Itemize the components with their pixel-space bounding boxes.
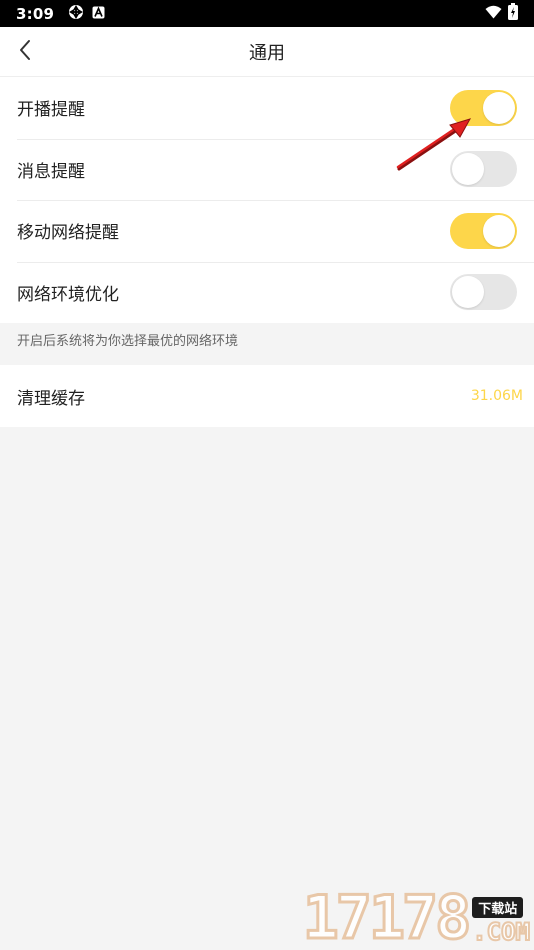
wifi-icon [485, 4, 502, 23]
toggle-knob [483, 91, 515, 124]
watermark-domain: .COM [471, 918, 531, 946]
page-title: 通用 [249, 42, 285, 64]
annotation-arrow-icon [396, 118, 472, 171]
status-time: 3:09 [16, 4, 55, 23]
toggle-knob [452, 276, 484, 309]
app-header: 通用 [0, 27, 534, 77]
network-optimization-toggle[interactable] [450, 274, 517, 311]
toggle-knob [483, 214, 515, 247]
setting-label: 消息提醒 [17, 161, 85, 182]
setting-label: 网络环境优化 [17, 284, 119, 305]
status-bar: 3:09 [0, 0, 534, 27]
settings-group: 开播提醒 消息提醒 移动网络提醒 网络环境优化 [0, 77, 534, 323]
status-notification-icons [68, 4, 105, 24]
status-system-icons [485, 3, 518, 24]
network-optimization-hint: 开启后系统将为你选择最优的网络环境 [17, 334, 239, 349]
mobile-network-reminder-toggle[interactable] [450, 212, 517, 249]
clear-cache-label: 清理缓存 [17, 388, 85, 409]
app-a-icon [92, 4, 105, 23]
cache-size-value: 31.06M [470, 388, 523, 404]
watermark-logo: 17178 下载站 .COM [301, 883, 531, 950]
settings-screen: 3:09 通用 开播提醒 消息提醒 移动网络提醒 网络环境优化 开启后系统将为你… [0, 0, 534, 950]
watermark-side: 下载站 .COM [471, 897, 531, 946]
aperture-icon [68, 4, 84, 24]
setting-label: 开播提醒 [17, 100, 85, 121]
setting-label: 移动网络提醒 [17, 223, 119, 244]
setting-row-network-optimization: 网络环境优化 [0, 261, 534, 324]
watermark-tag: 下载站 [472, 897, 524, 918]
back-button[interactable] [10, 37, 40, 67]
setting-row-mobile-network-reminder: 移动网络提醒 [0, 200, 534, 262]
chevron-left-icon [18, 39, 32, 65]
clear-cache-row[interactable]: 清理缓存 31.06M [0, 365, 534, 427]
watermark-digits: 17178 [301, 883, 473, 950]
battery-charging-icon [508, 3, 518, 24]
